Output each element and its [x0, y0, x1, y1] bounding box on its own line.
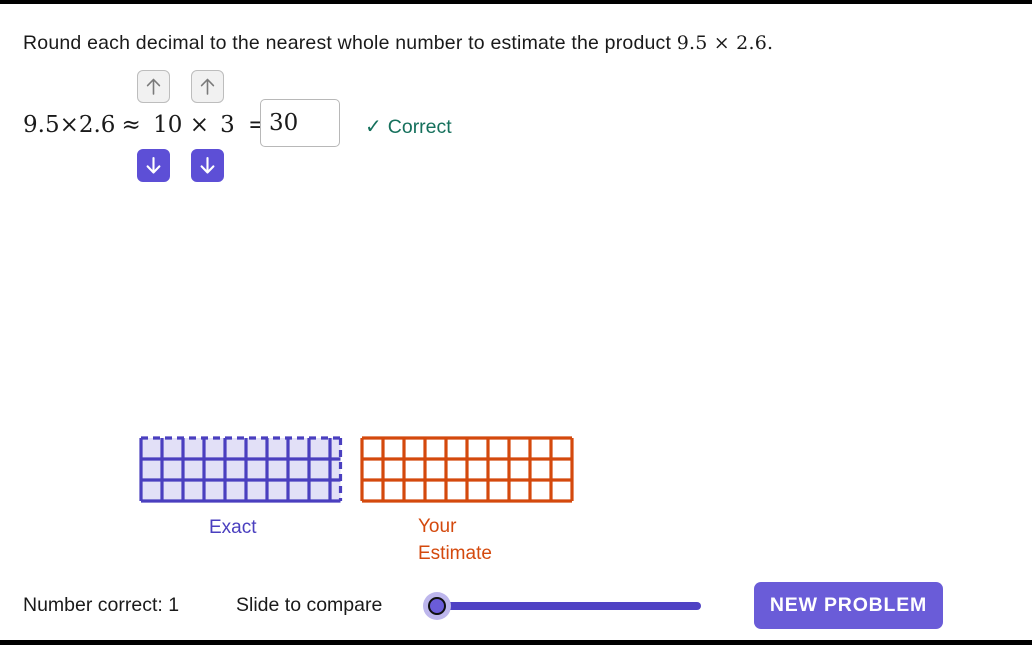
slider-handle[interactable] — [428, 597, 446, 615]
number-correct-label: Number correct: 1 — [23, 594, 179, 617]
check-icon: ✓ — [365, 116, 382, 138]
activity-window: Round each decimal to the nearest whole … — [0, 0, 1032, 645]
prompt-expression: 9.5 × 2.6. — [677, 32, 773, 54]
times-symbol: × — [190, 112, 209, 138]
estimate-area-grid — [359, 435, 575, 504]
estimate-grid-label: Your Estimate — [418, 513, 492, 567]
compare-slider[interactable] — [423, 592, 701, 620]
increase-first-factor-button[interactable] — [137, 70, 170, 103]
rounded-second-factor: 3 — [211, 112, 244, 138]
original-expression: 9.5×2.6 — [23, 112, 115, 138]
slide-to-compare-label: Slide to compare — [236, 594, 382, 617]
approx-symbol: ≈ — [121, 112, 140, 138]
increase-second-factor-button[interactable] — [191, 70, 224, 103]
exact-area-grid — [138, 435, 344, 504]
rounded-first-factor: 10 — [148, 112, 188, 138]
arrow-up-icon — [197, 76, 218, 97]
prompt-text: Round each decimal to the nearest whole … — [23, 32, 677, 54]
exact-grid-label: Exact — [209, 514, 257, 541]
decrease-first-factor-button[interactable] — [137, 149, 170, 182]
arrow-down-icon — [197, 155, 218, 176]
arrow-up-icon — [143, 76, 164, 97]
equation-line: 9.5×2.6 ≈ 10 × 3 = — [23, 106, 267, 144]
feedback-label: Correct — [388, 116, 452, 138]
decrease-second-factor-button[interactable] — [191, 149, 224, 182]
status-badge: ✓ Correct — [365, 114, 452, 139]
page-title: Round each decimal to the nearest whole … — [23, 32, 773, 55]
slider-track[interactable] — [436, 602, 701, 610]
new-problem-button[interactable]: NEW PROBLEM — [754, 582, 943, 629]
arrow-down-icon — [143, 155, 164, 176]
answer-input[interactable]: 30 — [260, 99, 340, 147]
